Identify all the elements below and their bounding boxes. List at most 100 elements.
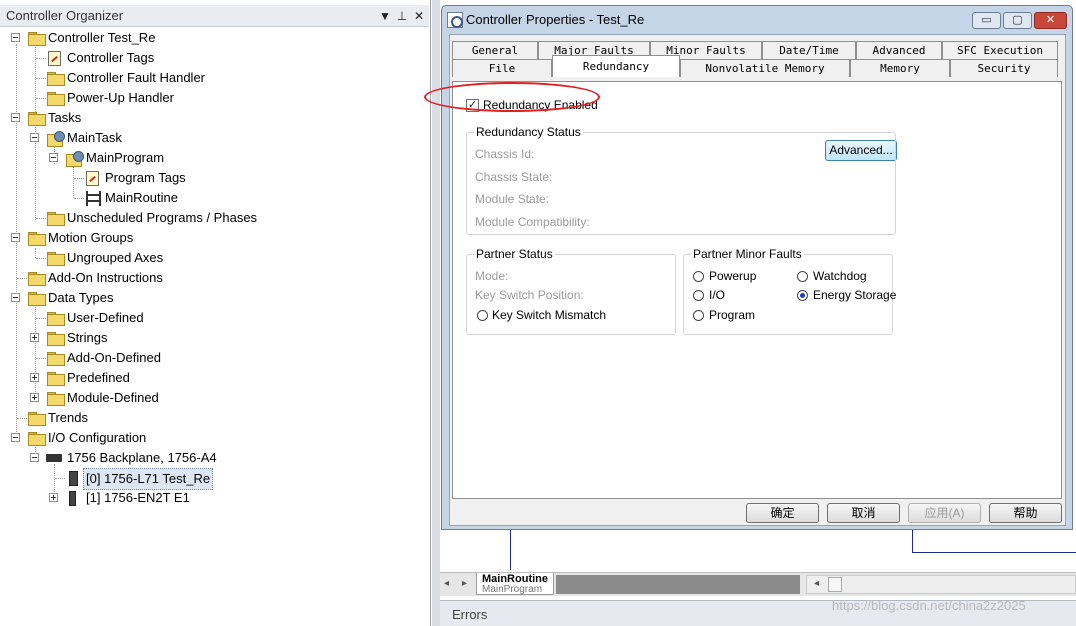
tab-file[interactable]: File [452,59,552,77]
collapse-icon[interactable] [49,153,58,162]
ok-button[interactable]: 确定 [746,503,819,523]
pin-icon[interactable]: ⊥ [395,8,409,24]
collapse-icon[interactable] [11,233,20,242]
tab-general[interactable]: General [452,41,538,59]
tree-label: Module-Defined [67,390,159,405]
energy-storage-radio[interactable] [797,290,808,301]
ladder-wire [912,552,1076,553]
tree-label: 1756 Backplane, 1756-A4 [67,450,217,465]
tree-label: User-Defined [67,310,144,325]
tree-item-controller-tags[interactable]: Controller Tags [0,48,420,68]
tab-advanced[interactable]: Advanced [856,41,942,59]
collapse-icon[interactable] [11,113,20,122]
collapse-icon[interactable] [11,433,20,442]
tree-item-user-defined[interactable]: User-Defined [0,308,420,328]
tree-item-add-on-instructions[interactable]: Add-On Instructions [0,268,420,288]
partner-minor-faults-group: Partner Minor Faults Powerup Watchdog I/… [683,247,896,335]
tree-item-unscheduled[interactable]: Unscheduled Programs / Phases [0,208,420,228]
io-label: I/O [709,288,726,302]
collapse-icon[interactable] [11,293,20,302]
tree-item-strings[interactable]: Strings [0,328,420,348]
errors-label: Errors [452,607,488,622]
tree-label: Unscheduled Programs / Phases [67,210,258,225]
tree-item-data-types[interactable]: Data Types [0,288,420,308]
organizer-titlebar: Controller Organizer ▼ ⊥ ✕ [0,5,429,27]
tree-item-fault-handler[interactable]: Controller Fault Handler [0,68,420,88]
key-switch-mismatch-radio[interactable] [477,310,488,321]
expand-icon[interactable] [30,373,39,382]
tree-item-main-routine[interactable]: MainRoutine [0,188,420,208]
tab-date-time[interactable]: Date/Time [762,41,856,59]
tree-label: Power-Up Handler [67,90,174,105]
program-radio[interactable] [693,310,704,321]
folder-icon [28,432,46,446]
tree-label: Add-On Instructions [48,270,163,285]
tree-item-controller[interactable]: Controller Test_Re [0,28,420,48]
tree-item-add-on-defined[interactable]: Add-On-Defined [0,348,420,368]
tab-sfc-execution[interactable]: SFC Execution [942,41,1058,59]
tree-item-powerup-handler[interactable]: Power-Up Handler [0,88,420,108]
data-type-folder-icon [47,332,65,346]
group-title: Partner Minor Faults [691,247,804,261]
tree-label: Controller Tags [67,50,155,65]
tree-item-slot0[interactable]: [0] 1756-L71 Test_Re [0,468,420,490]
scroll-left-icon[interactable]: ◂ [814,578,819,589]
collapse-icon[interactable] [30,453,39,462]
tab-redundancy[interactable]: Redundancy [552,55,680,77]
expand-icon[interactable] [30,333,39,342]
tree-item-main-task[interactable]: MainTask [0,128,420,148]
tree-item-ungrouped-axes[interactable]: Ungrouped Axes [0,248,420,268]
tree-label: MainProgram [86,150,165,165]
tree-item-slot1[interactable]: [1] 1756-EN2T E1 [0,488,420,508]
dialog-titlebar[interactable]: Controller Properties - Test_Re ▭ ▢ ✕ [442,6,1072,34]
tree-label: [0] 1756-L71 Test_Re [83,468,214,490]
watchdog-radio[interactable] [797,271,808,282]
expand-icon[interactable] [30,393,39,402]
tree-item-io-configuration[interactable]: I/O Configuration [0,428,420,448]
horizontal-scrollbar[interactable] [806,575,1076,594]
dropdown-icon[interactable]: ▼ [378,8,392,24]
tab-nonvolatile-memory[interactable]: Nonvolatile Memory [680,59,850,77]
scrollbar-thumb[interactable] [828,577,842,592]
io-radio[interactable] [693,290,704,301]
tree-label: Program Tags [105,170,186,185]
controller-organizer: Controller Organizer ▼ ⊥ ✕ Controller Te… [0,0,431,626]
tree-item-main-program[interactable]: MainProgram [0,148,420,168]
routine-tab[interactable]: MainRoutine MainProgram [476,573,554,595]
module-state-label: Module State: [475,192,550,206]
tree-label: Strings [67,330,108,345]
scroll-left-icon[interactable]: ◂ [444,578,449,589]
program-icon [66,151,84,167]
chassis-id-label: Chassis Id: [475,147,535,161]
tree-item-module-defined[interactable]: Module-Defined [0,388,420,408]
expand-icon[interactable] [49,493,58,502]
partner-status-group: Partner Status Mode: Key Switch Position… [466,247,676,335]
tree-label: Trends [48,410,88,425]
apply-button[interactable]: 应用(A) [908,503,981,523]
maximize-button[interactable]: ▢ [1003,12,1032,29]
close-icon[interactable]: ✕ [412,8,426,24]
tree-item-trends[interactable]: Trends [0,408,420,428]
ladder-routine-icon [86,191,101,206]
backplane-icon [46,454,62,462]
powerup-label: Powerup [709,269,757,283]
tree-item-motion-groups[interactable]: Motion Groups [0,228,420,248]
scroll-right-icon[interactable]: ▸ [462,578,467,589]
tree-item-program-tags[interactable]: Program Tags [0,168,420,188]
collapse-icon[interactable] [30,133,39,142]
tree-label: [1] 1756-EN2T E1 [86,490,190,505]
powerup-radio[interactable] [693,271,704,282]
routine-tab-program: MainProgram [482,584,543,595]
minimize-button[interactable]: ▭ [972,12,1001,29]
cancel-button[interactable]: 取消 [827,503,900,523]
tree-item-backplane[interactable]: 1756 Backplane, 1756-A4 [0,448,420,468]
help-button[interactable]: 帮助 [989,503,1062,523]
tab-memory[interactable]: Memory [850,59,950,77]
collapse-icon[interactable] [11,33,20,42]
tree-item-predefined[interactable]: Predefined [0,368,420,388]
close-button[interactable]: ✕ [1034,12,1067,29]
tab-security[interactable]: Security [950,59,1058,77]
folder-icon [28,112,46,126]
folder-icon [28,292,46,306]
tree-item-tasks[interactable]: Tasks [0,108,420,128]
